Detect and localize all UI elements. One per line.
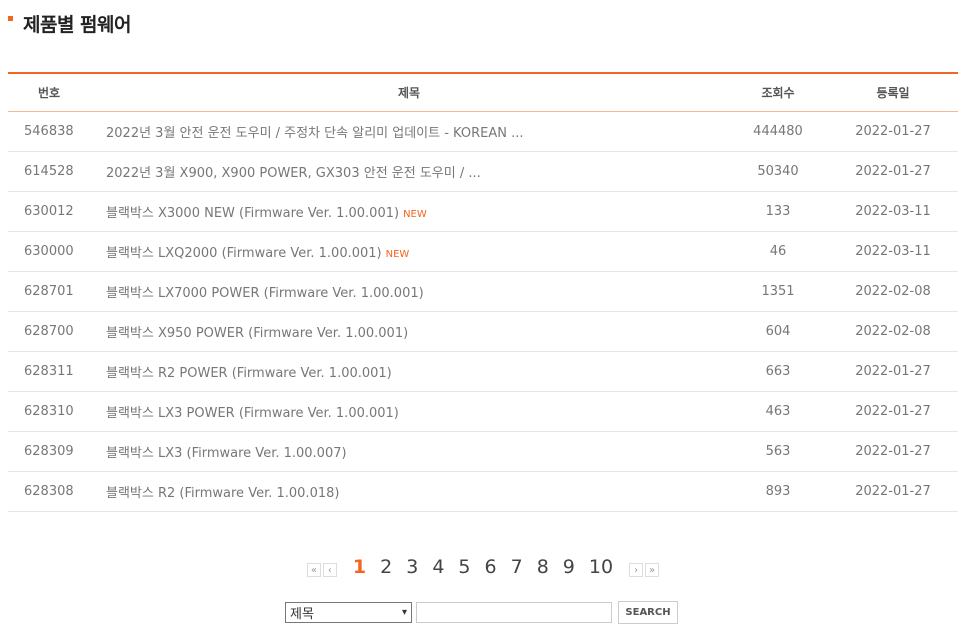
page-number[interactable]: 8 [537, 556, 549, 578]
header-views: 조회수 [728, 72, 828, 112]
firmware-page: 제품별 펌웨어 번호 제목 조회수 등록일 546838 2022년 3월 안전 … [0, 0, 966, 638]
row-views: 463 [728, 391, 828, 432]
row-date: 2022-02-08 [828, 271, 958, 312]
row-date: 2022-01-27 [828, 351, 958, 392]
row-number: 546838 [8, 111, 90, 152]
table-row: 630000 블랙박스 LXQ2000 (Firmware Ver. 1.00.0… [8, 231, 958, 272]
page-number[interactable]: 1 [353, 556, 366, 578]
page-number[interactable]: 5 [458, 556, 470, 578]
row-number: 614528 [8, 151, 90, 192]
search-bar: 제목 ▾ SEARCH [285, 601, 678, 624]
row-title-link[interactable]: 블랙박스 X3000 NEW (Firmware Ver. 1.00.001) [106, 206, 399, 221]
row-number: 628701 [8, 271, 90, 312]
row-number: 630012 [8, 191, 90, 232]
table-row: 546838 2022년 3월 안전 운전 도우미 / 주정차 단속 알리미 업데… [8, 111, 958, 152]
row-title-cell: 블랙박스 LX3 POWER (Firmware Ver. 1.00.001) [90, 391, 728, 432]
page-number[interactable]: 9 [563, 556, 575, 578]
new-badge: NEW [403, 208, 427, 220]
table-row: 628700 블랙박스 X950 POWER (Firmware Ver. 1.0… [8, 311, 958, 352]
row-title-link[interactable]: 블랙박스 LX3 POWER (Firmware Ver. 1.00.001) [106, 406, 399, 421]
row-title-cell: 블랙박스 LX7000 POWER (Firmware Ver. 1.00.00… [90, 271, 728, 312]
table-row: 628310 블랙박스 LX3 POWER (Firmware Ver. 1.00… [8, 391, 958, 432]
row-title-cell: 블랙박스 LXQ2000 (Firmware Ver. 1.00.001) NEW [90, 231, 728, 272]
page-number[interactable]: 10 [589, 556, 613, 578]
row-title-link[interactable]: 블랙박스 X950 POWER (Firmware Ver. 1.00.001) [106, 326, 408, 341]
page-number[interactable]: 7 [511, 556, 523, 578]
table-row: 630012 블랙박스 X3000 NEW (Firmware Ver. 1.00… [8, 191, 958, 232]
row-title-cell: 블랙박스 X3000 NEW (Firmware Ver. 1.00.001) N… [90, 191, 728, 232]
row-views: 133 [728, 191, 828, 232]
row-number: 628308 [8, 471, 90, 512]
prev-page-icon[interactable]: ‹ [322, 563, 337, 577]
row-number: 628310 [8, 391, 90, 432]
row-number: 628700 [8, 311, 90, 352]
row-title-link[interactable]: 블랙박스 R2 (Firmware Ver. 1.00.018) [106, 486, 339, 501]
row-date: 2022-03-11 [828, 191, 958, 232]
new-badge: NEW [385, 248, 410, 260]
row-title-link[interactable]: 2022년 3월 안전 운전 도우미 / 주정차 단속 알리미 업데이트 - K… [106, 126, 523, 141]
row-title-link[interactable]: 블랙박스 LX7000 POWER (Firmware Ver. 1.00.00… [106, 286, 424, 301]
page-number[interactable]: 3 [406, 556, 418, 578]
row-views: 893 [728, 471, 828, 512]
row-title-link[interactable]: 2022년 3월 X900, X900 POWER, GX303 안전 운전 도… [106, 166, 481, 181]
row-views: 563 [728, 431, 828, 472]
row-date: 2022-01-27 [828, 471, 958, 512]
page-number[interactable]: 6 [485, 556, 497, 578]
page-number-list: 1 2 3 4 5 6 7 8 9 10 [346, 556, 620, 578]
row-date: 2022-03-11 [828, 231, 958, 272]
table-row: 628309 블랙박스 LX3 (Firmware Ver. 1.00.007) 5… [8, 431, 958, 472]
next-page-icon[interactable]: › [629, 563, 644, 577]
title-bullet-icon [8, 16, 13, 21]
pagination-right-nav: ›» [628, 557, 660, 577]
chevron-down-icon: ▾ [401, 607, 407, 618]
search-input[interactable] [416, 602, 612, 623]
page-header: 제품별 펌웨어 [8, 12, 132, 38]
last-page-icon[interactable]: » [645, 563, 660, 577]
table-row: 628311 블랙박스 R2 POWER (Firmware Ver. 1.00.… [8, 351, 958, 392]
header-date: 등록일 [828, 72, 958, 112]
page-number[interactable]: 4 [432, 556, 444, 578]
pagination-left-nav: «‹ [306, 557, 338, 577]
row-number: 628309 [8, 431, 90, 472]
table-row: 614528 2022년 3월 X900, X900 POWER, GX303 안… [8, 151, 958, 192]
search-button[interactable]: SEARCH [618, 601, 678, 624]
table-row: 628701 블랙박스 LX7000 POWER (Firmware Ver. 1… [8, 271, 958, 312]
row-title-cell: 2022년 3월 안전 운전 도우미 / 주정차 단속 알리미 업데이트 - K… [90, 111, 728, 152]
pagination: «‹ 1 2 3 4 5 6 7 8 9 10 ›» [0, 556, 966, 578]
row-views: 1351 [728, 271, 828, 312]
row-views: 663 [728, 351, 828, 392]
row-date: 2022-01-27 [828, 151, 958, 192]
row-views: 444480 [728, 111, 828, 152]
row-title-link[interactable]: 블랙박스 LX3 (Firmware Ver. 1.00.007) [106, 446, 347, 461]
row-title-cell: 블랙박스 LX3 (Firmware Ver. 1.00.007) [90, 431, 728, 472]
row-date: 2022-01-27 [828, 111, 958, 152]
row-views: 50340 [728, 151, 828, 192]
search-field-selected: 제목 [290, 607, 314, 622]
header-number: 번호 [8, 72, 90, 112]
firmware-table: 번호 제목 조회수 등록일 546838 2022년 3월 안전 운전 도우미 /… [8, 72, 958, 512]
row-number: 628311 [8, 351, 90, 392]
row-views: 604 [728, 311, 828, 352]
row-views: 46 [728, 231, 828, 272]
page-title: 제품별 펌웨어 [23, 14, 132, 36]
row-title-cell: 블랙박스 R2 (Firmware Ver. 1.00.018) [90, 471, 728, 512]
header-title: 제목 [90, 72, 728, 112]
row-number: 630000 [8, 231, 90, 272]
search-field-select[interactable]: 제목 ▾ [285, 602, 412, 623]
row-title-link[interactable]: 블랙박스 R2 POWER (Firmware Ver. 1.00.001) [106, 366, 392, 381]
first-page-icon[interactable]: « [306, 563, 321, 577]
row-title-cell: 블랙박스 X950 POWER (Firmware Ver. 1.00.001) [90, 311, 728, 352]
page-number[interactable]: 2 [380, 556, 392, 578]
row-title-link[interactable]: 블랙박스 LXQ2000 (Firmware Ver. 1.00.001) [106, 246, 382, 261]
row-title-cell: 블랙박스 R2 POWER (Firmware Ver. 1.00.001) [90, 351, 728, 392]
row-date: 2022-01-27 [828, 391, 958, 432]
row-date: 2022-02-08 [828, 311, 958, 352]
row-title-cell: 2022년 3월 X900, X900 POWER, GX303 안전 운전 도… [90, 151, 728, 192]
row-date: 2022-01-27 [828, 431, 958, 472]
table-header-row: 번호 제목 조회수 등록일 [8, 72, 958, 112]
table-row: 628308 블랙박스 R2 (Firmware Ver. 1.00.018) 89… [8, 471, 958, 512]
